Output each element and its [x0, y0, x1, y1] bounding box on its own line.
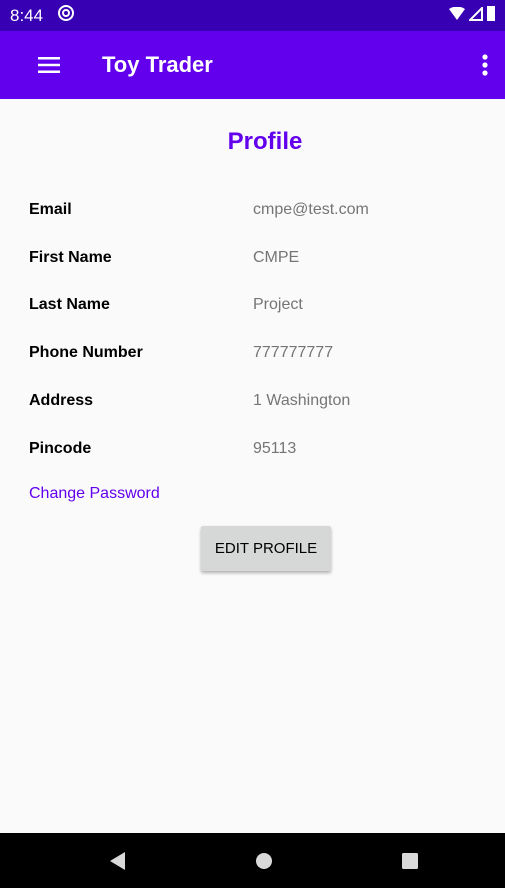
- edit-profile-button[interactable]: EDIT PROFILE: [201, 526, 331, 571]
- field-row-last-name: Last Name Project: [29, 293, 489, 317]
- back-triangle-icon: [110, 851, 125, 870]
- navigation-bar: [0, 833, 505, 888]
- app-title: Toy Trader: [102, 52, 213, 77]
- field-value: 777777777: [253, 344, 334, 361]
- signal-icon: [467, 5, 483, 26]
- back-button[interactable]: [88, 833, 148, 888]
- field-row-phone-number: Phone Number 777777777: [29, 341, 489, 365]
- field-label: Email: [29, 201, 72, 218]
- field-row-pincode: Pincode 95113: [29, 437, 489, 461]
- overflow-menu-button[interactable]: [475, 50, 495, 80]
- field-label: First Name: [29, 249, 112, 266]
- menu-button[interactable]: [34, 50, 64, 80]
- do-not-disturb-icon: [57, 4, 75, 27]
- field-label: Pincode: [29, 440, 92, 457]
- app-bar: Toy Trader: [0, 31, 505, 99]
- recents-button[interactable]: [380, 833, 440, 888]
- field-label: Last Name: [29, 296, 110, 313]
- field-value: 1 Washington: [253, 392, 351, 409]
- field-row-first-name: First Name CMPE: [29, 246, 489, 270]
- field-value: cmpe@test.com: [253, 201, 369, 218]
- field-row-email: Email cmpe@test.com: [29, 198, 489, 222]
- field-label: Address: [29, 392, 94, 409]
- field-row-address: Address 1 Washington: [29, 389, 489, 413]
- home-button[interactable]: [234, 833, 294, 888]
- field-value: Project: [253, 296, 303, 313]
- status-icons: [449, 5, 495, 26]
- status-bar: 8:44: [0, 0, 505, 31]
- battery-icon: [487, 5, 495, 26]
- change-password-link[interactable]: Change Password: [29, 485, 160, 503]
- field-value: 95113: [253, 440, 297, 457]
- home-circle-icon: [256, 852, 272, 869]
- recents-square-icon: [402, 852, 418, 869]
- page-title: Profile: [227, 128, 303, 155]
- status-time: 8:44: [10, 5, 44, 25]
- field-label: Phone Number: [29, 344, 143, 361]
- more-vert-icon: [482, 54, 488, 76]
- wifi-icon: [449, 6, 465, 26]
- field-value: CMPE: [253, 249, 300, 266]
- hamburger-menu-icon: [38, 57, 60, 73]
